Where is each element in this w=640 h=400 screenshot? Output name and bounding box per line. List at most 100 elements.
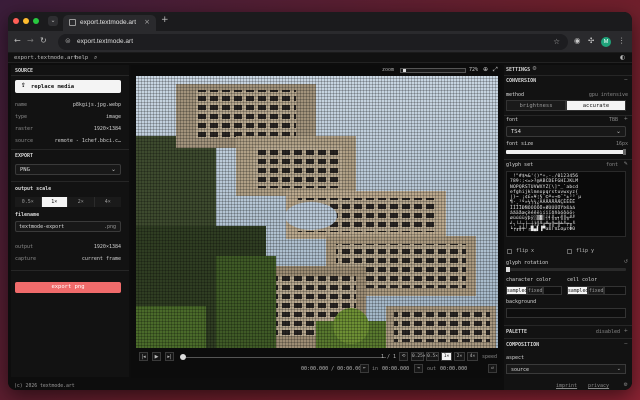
play-icon[interactable]: ▶ [152, 352, 161, 361]
flip-y-checkbox[interactable] [567, 249, 572, 254]
filename-input[interactable] [19, 223, 89, 231]
in-value[interactable]: 00:00.000 [382, 366, 409, 372]
palette-state: disabled [595, 329, 620, 335]
format-value: PNG [20, 167, 30, 173]
composition-section-title[interactable]: COMPOSITION [506, 342, 539, 348]
reload-icon[interactable]: ↻ [40, 36, 47, 45]
scale-option[interactable]: 1× [41, 197, 68, 207]
cell-color-fixed[interactable]: fixed [588, 286, 604, 295]
close-window-button[interactable] [13, 18, 19, 24]
collapse-icon[interactable]: − [624, 77, 628, 83]
add-icon[interactable]: + [624, 116, 628, 122]
char-color-fixed[interactable]: fixed [527, 286, 543, 295]
extension-icon[interactable]: ◉ [574, 36, 581, 45]
minimize-window-button[interactable] [23, 18, 29, 24]
zoom-slider-knob[interactable] [403, 69, 406, 72]
fit-icon[interactable]: ⊕ [483, 66, 488, 73]
speed-option[interactable]: 0.25× [411, 352, 426, 361]
info-key: type [15, 114, 28, 120]
favicon-icon [69, 19, 76, 26]
set-in-icon[interactable]: ⇤ [360, 364, 369, 373]
method-accurate[interactable]: accurate [566, 100, 626, 111]
info-value: p8kgijs.jpg.webp [72, 102, 121, 108]
font-select[interactable]: TS4 ⌄ [506, 126, 626, 137]
maximize-window-button[interactable] [33, 18, 39, 24]
privacy-link[interactable]: privacy [588, 383, 609, 389]
palette-section-title[interactable]: PALETTE [506, 329, 527, 335]
reset-range-icon[interactable]: ↺ [488, 364, 497, 373]
new-tab-icon[interactable]: + [161, 15, 169, 25]
flip-x-checkbox[interactable] [507, 249, 512, 254]
edit-icon[interactable]: ✎ [624, 161, 628, 167]
imprint-link[interactable]: imprint [556, 383, 577, 389]
method-note: gpu intensive [588, 92, 628, 98]
chevron-down-icon: ⌄ [616, 366, 621, 372]
tab-export[interactable]: export.textmode.art × [63, 15, 156, 31]
glyph-rotation-slider[interactable] [506, 267, 626, 272]
zoom-bar: zoom 72% ⊕ ⤢ [131, 65, 502, 75]
font-value: TS4 [511, 129, 521, 135]
extensions-puzzle-icon[interactable]: ✣ [588, 36, 594, 45]
speed-option[interactable]: 1× [441, 352, 452, 361]
speed-option[interactable]: 4× [467, 352, 478, 361]
slider-knob[interactable] [623, 149, 626, 155]
profile-avatar[interactable]: M [601, 37, 611, 47]
divider [11, 270, 129, 271]
speed-option[interactable]: 0.5× [426, 352, 439, 361]
method-brightness[interactable]: brightness [506, 100, 566, 111]
app-brand[interactable]: export.textmode.art [14, 55, 77, 61]
forward-icon[interactable]: → [27, 36, 34, 45]
aspect-select[interactable]: source ⌄ [506, 364, 626, 374]
format-select[interactable]: PNG ⌄ [15, 164, 121, 175]
tab-close-icon[interactable]: × [144, 18, 150, 26]
loop-icon[interactable]: ⟲ [399, 352, 408, 361]
zoom-slider[interactable] [400, 68, 466, 73]
scale-option[interactable]: 0.5× [15, 197, 42, 207]
slider-knob[interactable] [506, 267, 510, 272]
menu-dots-icon[interactable]: ⋮ [618, 36, 626, 45]
export-png-button[interactable]: export png [15, 282, 121, 293]
timeline-slider[interactable] [186, 357, 386, 358]
output-row-resolution: output 1920×1384 [15, 244, 121, 252]
out-value[interactable]: 00:00.000 [440, 366, 467, 372]
reset-icon[interactable]: ↺ [624, 259, 628, 265]
output-scale-label: output scale [15, 186, 52, 192]
scale-option[interactable]: 2× [68, 197, 95, 207]
back-icon[interactable]: ← [14, 36, 21, 45]
address-bar[interactable]: ⊜ export.textmode.art ☆ [58, 34, 568, 50]
preview-canvas[interactable] [136, 76, 498, 348]
conversion-section-title[interactable]: CONVERSION [506, 78, 536, 84]
set-out-icon[interactable]: ⇥ [414, 364, 423, 373]
step-back-icon[interactable]: |◂ [139, 352, 148, 361]
tab-search-icon[interactable]: ⌄ [48, 16, 58, 26]
bookmark-star-icon[interactable]: ☆ [553, 37, 560, 46]
cell-color-sampled[interactable]: sampled [567, 286, 588, 295]
theme-icon[interactable]: ◐ [620, 54, 625, 61]
char-color-swatch[interactable] [543, 286, 562, 295]
search-icon[interactable]: ⌕ [94, 54, 97, 62]
font-size-value: 16px [615, 141, 628, 147]
background-swatch[interactable] [506, 308, 626, 318]
info-row-source: source remote - 1chef.bbci.c… [15, 138, 121, 146]
info-value: 1920×1384 [93, 126, 121, 132]
replace-media-button[interactable]: ⇪ replace media [15, 80, 121, 93]
step-forward-icon[interactable]: ▸| [165, 352, 174, 361]
collapse-icon[interactable]: − [624, 341, 628, 347]
expand-icon[interactable]: + [624, 328, 628, 334]
scale-option[interactable]: 4× [94, 197, 121, 207]
in-label: in [372, 366, 379, 372]
settings-gear-icon[interactable]: ⚙ [532, 66, 537, 72]
settings-icon[interactable]: ⚙ [624, 382, 628, 388]
filename-field[interactable]: .png [15, 221, 121, 232]
help-link[interactable]: help [75, 55, 88, 61]
cell-color-swatch[interactable] [604, 286, 626, 295]
timeline-knob[interactable] [180, 354, 186, 360]
char-color-sampled[interactable]: sampled [506, 286, 527, 295]
font-size-slider[interactable] [506, 149, 626, 155]
divider [504, 338, 632, 339]
font-label: font [506, 117, 519, 123]
speed-option[interactable]: 2× [454, 352, 465, 361]
glyph-set-preview[interactable]: !"#$%&'()*+,-./0123456 789:;<=>?@ABCDEFG… [506, 171, 626, 237]
fullscreen-icon[interactable]: ⤢ [493, 66, 498, 74]
site-info-icon[interactable]: ⊜ [65, 37, 71, 45]
